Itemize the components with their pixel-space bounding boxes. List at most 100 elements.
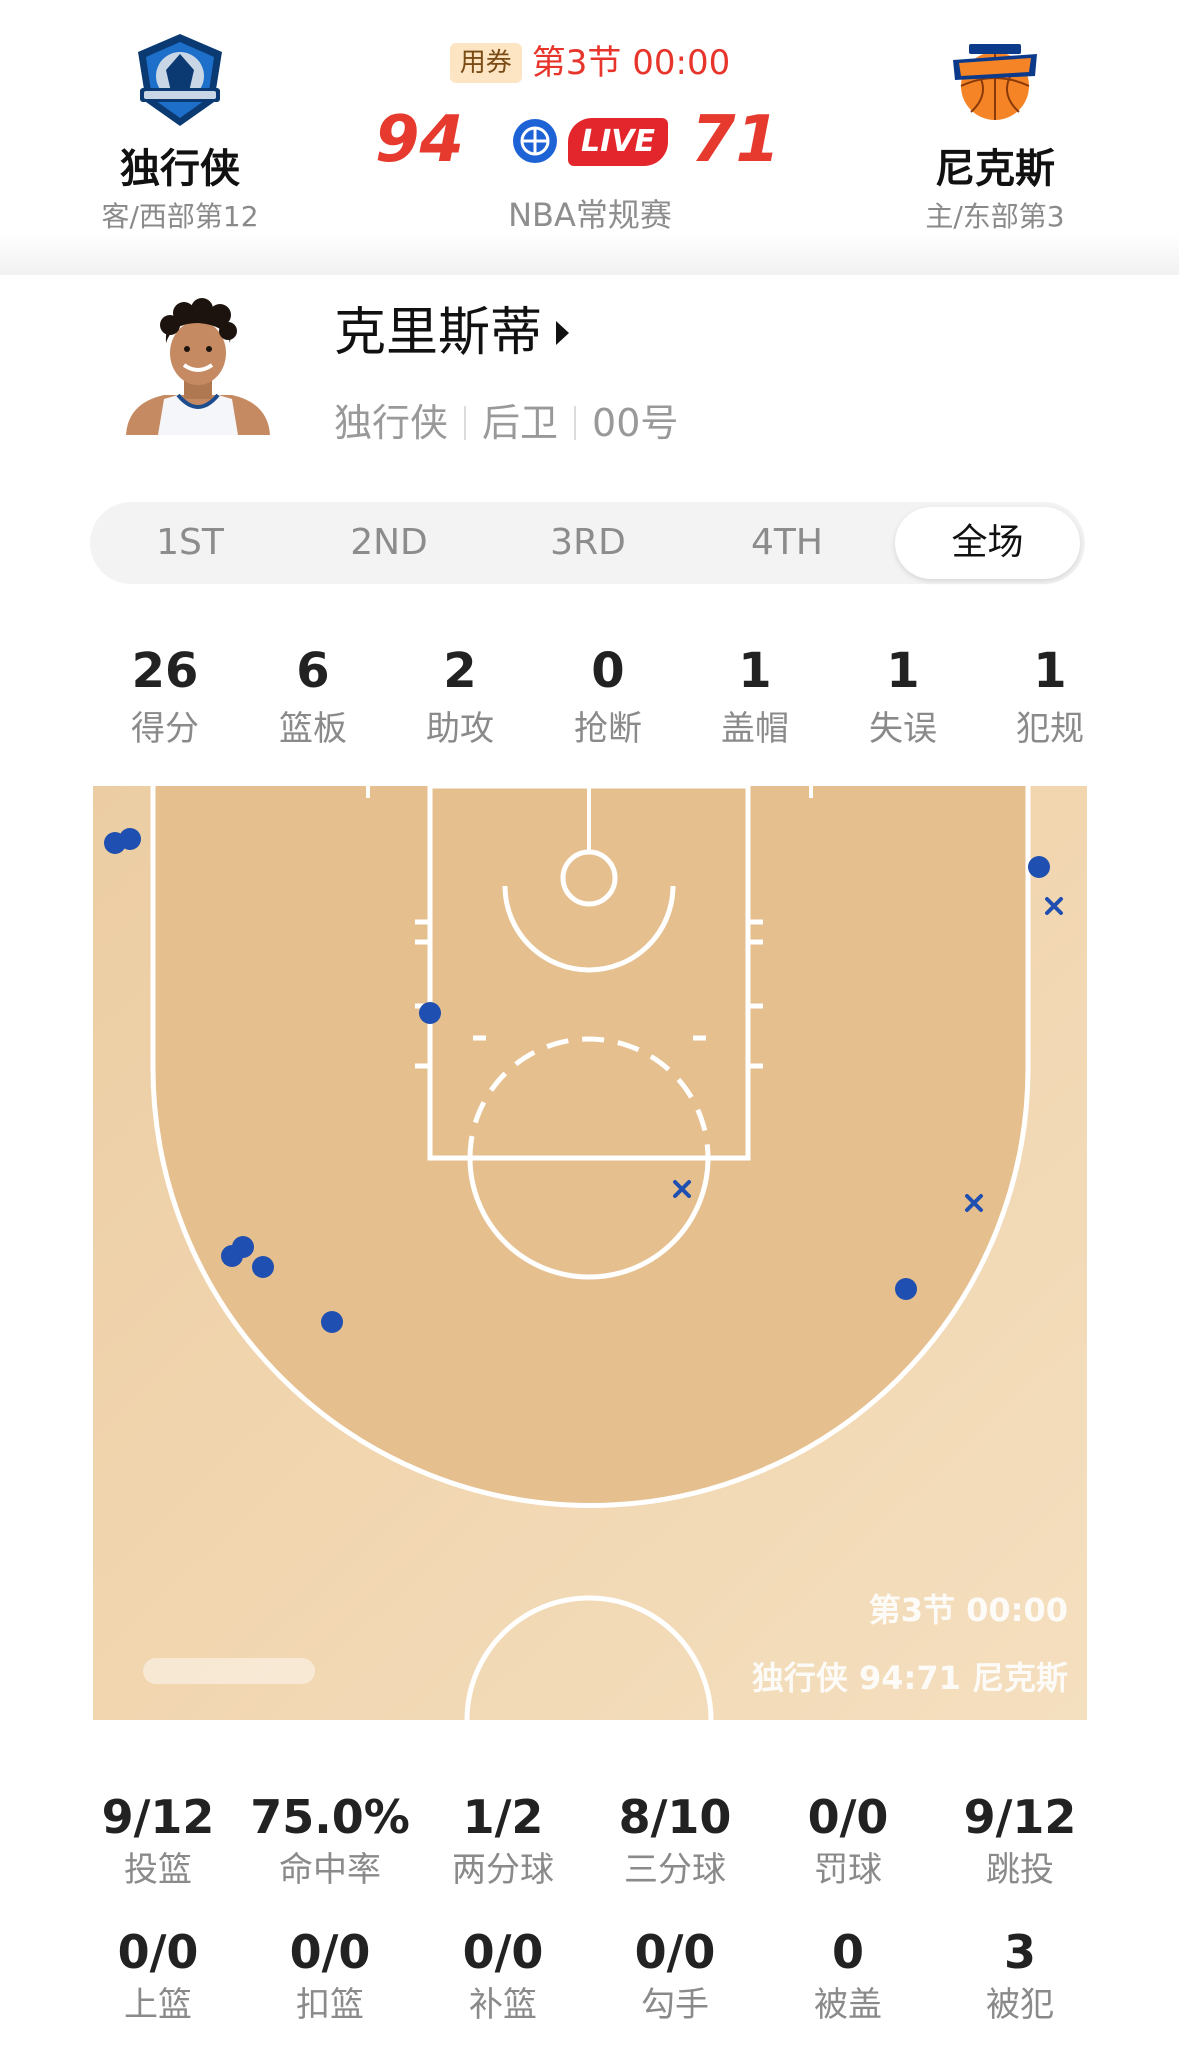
court-period: 第3节 00:00 — [869, 1591, 1068, 1629]
stat-label: 被犯 — [986, 1985, 1054, 2025]
game-center-info: 用券 第3节 00:00 94 LIVE 71 NBA常规赛 — [350, 40, 830, 234]
stat-value: 1/2 — [462, 1790, 544, 1844]
stat-blocked: 0 被盖 — [762, 1925, 934, 2025]
stat-value: 1 — [738, 643, 772, 699]
player-number: 00号 — [592, 401, 679, 445]
stat-value: 26 — [131, 643, 199, 699]
shot-made[interactable] — [252, 1256, 274, 1278]
basketball-globe-icon — [513, 119, 557, 163]
stat-value: 0/0 — [117, 1925, 199, 1979]
game-header: 独行侠 客/西部第12 用券 第3节 00:00 94 LIVE 71 NBA常… — [0, 0, 1179, 275]
home-team-name: 尼克斯 — [935, 146, 1055, 192]
tab-4th[interactable]: 4TH — [687, 502, 887, 584]
stat-value: 0 — [831, 1925, 864, 1979]
player-meta: 独行侠 后卫 00号 — [334, 398, 678, 448]
stat-fouls: 1 犯规 — [980, 643, 1120, 751]
stat-value: 0/0 — [462, 1925, 544, 1979]
shooting-stats: 9/12 投篮 75.0% 命中率 1/2 两分球 8/10 三分球 0/0 罚… — [70, 1790, 1110, 2049]
stat-label: 补篮 — [469, 1985, 537, 2025]
shot-made[interactable] — [895, 1278, 917, 1300]
player-avatar[interactable] — [118, 295, 278, 435]
stat-label: 两分球 — [452, 1850, 554, 1890]
shot-made[interactable] — [221, 1245, 243, 1267]
away-score: 94 — [375, 103, 465, 177]
stat-2pt: 1/2 两分球 — [417, 1790, 589, 1890]
home-team[interactable]: 尼克斯 主/东部第3 — [865, 30, 1125, 234]
stat-value: 0 — [591, 643, 625, 699]
stat-rebounds: 6 篮板 — [243, 643, 383, 751]
stat-label: 得分 — [131, 709, 199, 749]
stat-label: 投篮 — [124, 1850, 192, 1890]
stat-fg: 9/12 投篮 — [72, 1790, 244, 1890]
mavericks-logo-icon — [138, 34, 222, 126]
caret-right-icon — [556, 321, 570, 345]
stat-label: 抢断 — [574, 709, 642, 749]
stat-label: 上篮 — [124, 1985, 192, 2025]
watermark — [143, 1658, 315, 1684]
stat-value: 0/0 — [289, 1925, 371, 1979]
tab-1st[interactable]: 1ST — [90, 502, 290, 584]
stat-value: 9/12 — [963, 1790, 1077, 1844]
stat-label: 跳投 — [986, 1850, 1054, 1890]
live-badge[interactable]: LIVE — [512, 118, 668, 166]
away-team[interactable]: 独行侠 客/西部第12 — [50, 30, 310, 234]
stat-label: 失误 — [869, 709, 937, 749]
game-period: 第3节 00:00 — [531, 43, 731, 83]
stat-label: 扣篮 — [296, 1985, 364, 2025]
stat-value: 0/0 — [807, 1790, 889, 1844]
league-label: NBA常规赛 — [508, 196, 672, 234]
stat-steals: 0 抢断 — [538, 643, 678, 751]
stat-ft: 0/0 罚球 — [762, 1790, 934, 1890]
stat-label: 三分球 — [624, 1850, 726, 1890]
player-name-link[interactable]: 克里斯蒂 — [334, 300, 570, 366]
stat-fg-pct: 75.0% 命中率 — [244, 1790, 416, 1890]
stat-fouled: 3 被犯 — [934, 1925, 1106, 2025]
stat-tip-in: 0/0 补篮 — [417, 1925, 589, 2025]
stat-value: 1 — [886, 643, 920, 699]
away-team-rank: 客/西部第12 — [101, 200, 259, 233]
player-position: 后卫 — [482, 401, 559, 445]
stat-label: 盖帽 — [721, 709, 789, 749]
stat-points: 26 得分 — [95, 643, 235, 751]
tab-2nd[interactable]: 2ND — [289, 502, 489, 584]
stat-value: 3 — [1003, 1925, 1036, 1979]
stat-jumpshot: 9/12 跳投 — [934, 1790, 1106, 1890]
player-team: 独行侠 — [334, 401, 449, 445]
divider — [464, 406, 467, 440]
shot-made[interactable] — [1028, 856, 1050, 878]
stat-turnovers: 1 失误 — [833, 643, 973, 751]
coupon-badge[interactable]: 用券 — [449, 43, 522, 83]
tab-full-game[interactable]: 全场 — [895, 507, 1080, 579]
stat-label: 助攻 — [426, 709, 494, 749]
stat-layup: 0/0 上篮 — [72, 1925, 244, 2025]
stat-label: 被盖 — [814, 1985, 882, 2025]
stat-label: 命中率 — [279, 1850, 381, 1890]
shot-made[interactable] — [119, 828, 141, 850]
scoreboard: 94 LIVE 71 — [350, 100, 830, 180]
stat-assists: 2 助攻 — [390, 643, 530, 751]
player-name: 克里斯蒂 — [334, 303, 543, 363]
live-label: LIVE — [568, 118, 668, 166]
shot-made[interactable] — [419, 1002, 441, 1024]
divider — [574, 406, 577, 440]
home-score: 71 — [690, 103, 780, 177]
stat-value: 0/0 — [634, 1925, 716, 1979]
player-summary-stats: 26 得分 6 篮板 2 助攻 0 抢断 1 盖帽 1 失误 1 犯规 — [88, 643, 1088, 763]
stat-value: 9/12 — [101, 1790, 215, 1844]
home-team-rank: 主/东部第3 — [925, 200, 1065, 233]
shot-chart-court: 第3节 00:00 独行侠 94:71 尼克斯 — [93, 786, 1087, 1720]
stat-hook: 0/0 勾手 — [589, 1925, 761, 2025]
court-score-line: 独行侠 94:71 尼克斯 — [752, 1659, 1068, 1697]
shot-made[interactable] — [321, 1311, 343, 1333]
stat-label: 勾手 — [641, 1985, 709, 2025]
stat-value: 2 — [443, 643, 477, 699]
stat-3pt: 8/10 三分球 — [589, 1790, 761, 1890]
shot-chart: 第3节 00:00 独行侠 94:71 尼克斯 — [93, 786, 1087, 1720]
stat-label: 篮板 — [279, 709, 347, 749]
knicks-logo-icon — [953, 44, 1037, 120]
stat-label: 罚球 — [814, 1850, 882, 1890]
tab-3rd[interactable]: 3RD — [488, 502, 688, 584]
stat-value: 1 — [1033, 643, 1067, 699]
stat-value: 6 — [296, 643, 330, 699]
period-tabs: 1ST 2ND 3RD 4TH 全场 — [90, 502, 1085, 584]
